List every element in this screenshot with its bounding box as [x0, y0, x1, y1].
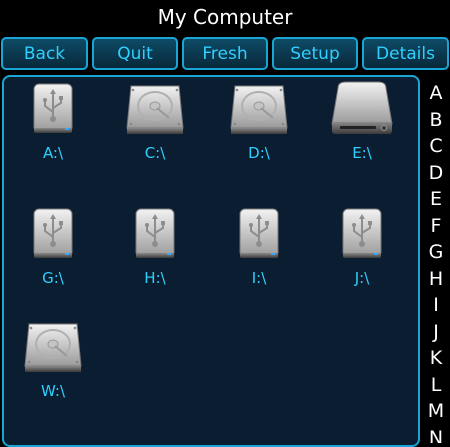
alphabet-letter[interactable]: K — [424, 345, 448, 372]
drive-item[interactable]: H:\ — [109, 205, 201, 295]
usb-drive-icon — [213, 205, 305, 263]
drive-item[interactable]: G:\ — [7, 205, 99, 295]
alphabet-letter[interactable]: G — [424, 239, 448, 266]
details-button[interactable]: Details — [362, 37, 449, 70]
alphabet-letter[interactable]: B — [424, 107, 448, 134]
alphabet-letter[interactable]: D — [424, 160, 448, 187]
alphabet-letter[interactable]: N — [424, 425, 448, 444]
toolbar: Back Quit Fresh Setup Details — [0, 37, 450, 74]
drive-label: C:\ — [144, 144, 166, 162]
drive-label: A:\ — [42, 144, 64, 162]
alphabet-letter[interactable]: E — [424, 186, 448, 213]
quit-button[interactable]: Quit — [92, 37, 178, 70]
drive-label: G:\ — [42, 269, 64, 287]
drive-label: J:\ — [354, 269, 370, 287]
usb-drive-icon — [109, 205, 201, 263]
alphabet-letter[interactable]: H — [424, 266, 448, 293]
alphabet-letter[interactable]: J — [424, 319, 448, 346]
drive-label: I:\ — [251, 269, 267, 287]
window-title: My Computer — [157, 5, 293, 29]
alphabet-index[interactable]: ABCDEFGHIJKLMN — [424, 80, 448, 443]
drive-label: D:\ — [248, 144, 270, 162]
drive-label: E:\ — [352, 144, 372, 162]
alphabet-letter[interactable]: M — [424, 398, 448, 425]
alphabet-letter[interactable]: F — [424, 213, 448, 240]
usb-drive-icon — [316, 205, 408, 263]
hard-disk-icon — [213, 80, 305, 138]
drive-label: H:\ — [144, 269, 166, 287]
drive-item[interactable]: C:\ — [109, 80, 201, 170]
optical-drive-icon — [316, 80, 408, 138]
setup-button[interactable]: Setup — [272, 37, 358, 70]
back-button[interactable]: Back — [1, 37, 88, 70]
drive-label: W:\ — [40, 382, 66, 400]
hard-disk-icon — [109, 80, 201, 138]
hard-disk-icon — [7, 318, 99, 376]
alphabet-letter[interactable]: C — [424, 133, 448, 160]
drive-item[interactable]: D:\ — [213, 80, 305, 170]
drive-item[interactable]: J:\ — [316, 205, 408, 295]
alphabet-letter[interactable]: A — [424, 80, 448, 107]
usb-drive-icon — [7, 80, 99, 138]
drive-item[interactable]: E:\ — [316, 80, 408, 170]
drive-item[interactable]: I:\ — [213, 205, 305, 295]
drive-item[interactable]: W:\ — [7, 318, 99, 408]
alphabet-letter[interactable]: I — [424, 292, 448, 319]
alphabet-letter[interactable]: L — [424, 372, 448, 399]
usb-drive-icon — [7, 205, 99, 263]
fresh-button[interactable]: Fresh — [182, 37, 268, 70]
drive-item[interactable]: A:\ — [7, 80, 99, 170]
